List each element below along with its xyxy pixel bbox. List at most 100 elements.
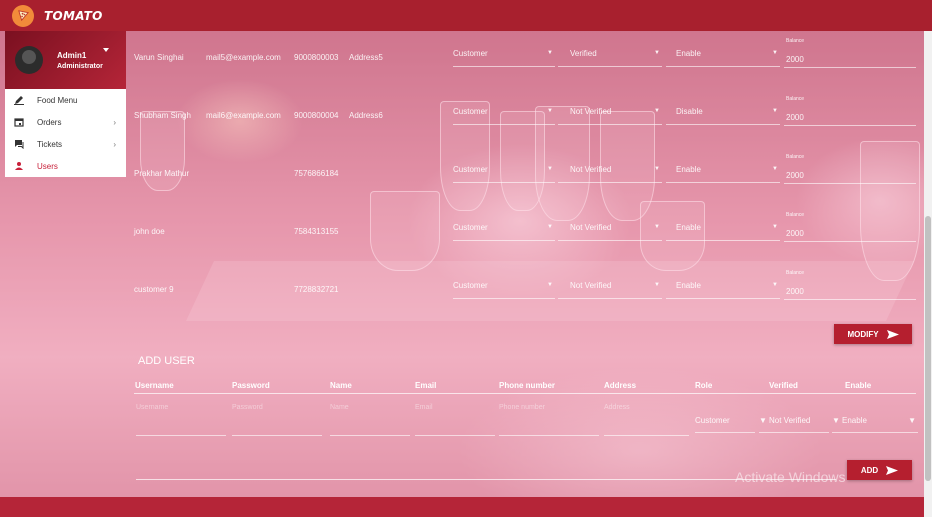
user-name: Varun Singhai <box>134 53 184 62</box>
header-verified: Verified <box>769 381 798 390</box>
enable-select[interactable]: Enable ▼ <box>666 47 780 67</box>
header-email: Email <box>415 381 437 390</box>
add-role-select[interactable]: Customer <box>695 413 755 433</box>
user-phone: 7584313155 <box>294 227 339 236</box>
username-input[interactable]: Username <box>136 404 168 411</box>
balance-label: Balance <box>786 38 805 44</box>
verified-value: Not Verified <box>570 107 612 116</box>
header-username: Username <box>135 381 174 390</box>
header-password: Password <box>232 381 270 390</box>
page-scrollbar[interactable] <box>924 31 932 517</box>
scrollbar-thumb[interactable] <box>925 216 931 481</box>
balance-input[interactable]: 2000 <box>786 113 804 122</box>
role-select[interactable]: Customer ▼ <box>453 163 555 183</box>
verified-select[interactable]: Not Verified ▼ <box>558 163 662 183</box>
enable-select[interactable]: Enable ▼ <box>666 221 780 241</box>
verified-select[interactable]: Not Verified ▼ <box>558 105 662 125</box>
sidebar: Admin1 Administrator Food Menu Orders › … <box>5 31 126 517</box>
enable-value: Enable <box>676 49 701 58</box>
verified-select[interactable]: Verified ▼ <box>558 47 662 67</box>
chevron-right-icon: › <box>113 139 116 149</box>
phone-input[interactable]: Phone number <box>499 404 545 411</box>
dropdown-arrow-icon: ▼ <box>547 224 553 230</box>
calendar-icon <box>13 116 25 128</box>
add-role-value: Customer <box>695 416 730 425</box>
email-input[interactable]: Email <box>415 404 433 411</box>
add-enable-select[interactable]: ▼ Enable ▼ <box>832 413 918 433</box>
balance-input[interactable]: 2000 <box>786 171 804 180</box>
user-name: john doe <box>134 227 165 236</box>
verified-value: Not Verified <box>570 281 612 290</box>
verified-select[interactable]: Not Verified ▼ <box>558 221 662 241</box>
sidebar-item-label: Tickets <box>37 139 63 149</box>
verified-value: Not Verified <box>570 223 612 232</box>
sidebar-item-users[interactable]: Users <box>5 155 126 177</box>
user-name: Shubham Singh <box>134 111 191 120</box>
dropdown-arrow-icon: ▼ <box>547 282 553 288</box>
user-phone: 9000800003 <box>294 53 339 62</box>
add-button[interactable]: ADD <box>847 460 912 480</box>
modify-button[interactable]: MODIFY <box>834 324 912 344</box>
address-input[interactable]: Address <box>604 404 630 411</box>
enable-value: Disable <box>676 107 703 116</box>
app-title: TOMATO <box>44 8 103 23</box>
user-phone: 7728832721 <box>294 285 339 294</box>
enable-select[interactable]: Disable ▼ <box>666 105 780 125</box>
profile-name: Admin1 <box>57 50 87 60</box>
header-enable: Enable <box>845 381 872 390</box>
dropdown-arrow-icon: ▼ <box>832 416 840 425</box>
role-select[interactable]: Customer ▼ <box>453 221 555 241</box>
pencil-icon <box>13 94 25 106</box>
verified-value: Not Verified <box>570 165 612 174</box>
balance-input[interactable]: 2000 <box>786 55 804 64</box>
enable-select[interactable]: Enable ▼ <box>666 279 780 299</box>
enable-value: Enable <box>676 223 701 232</box>
dropdown-arrow-icon: ▼ <box>654 224 660 230</box>
dropdown-arrow-icon: ▼ <box>547 50 553 56</box>
dropdown-arrow-icon: ▼ <box>654 50 660 56</box>
table-row: Varun Singhai mail5@example.com 90008000… <box>126 31 916 89</box>
send-icon <box>886 329 899 339</box>
dropdown-arrow-icon: ▼ <box>772 224 778 230</box>
enable-value: Enable <box>676 281 701 290</box>
password-input[interactable]: Password <box>232 404 263 411</box>
chevron-down-icon[interactable] <box>103 48 109 52</box>
sidebar-item-tickets[interactable]: Tickets › <box>5 133 126 155</box>
balance-input[interactable]: 2000 <box>786 229 804 238</box>
chat-icon <box>13 138 25 150</box>
balance-label: Balance <box>786 154 805 160</box>
balance-label: Balance <box>786 212 805 218</box>
header-phone: Phone number <box>499 381 556 390</box>
sidebar-item-label: Users <box>37 161 58 171</box>
profile-card[interactable]: Admin1 Administrator <box>5 31 126 89</box>
user-email: mail6@example.com <box>206 111 281 120</box>
profile-role: Administrator <box>57 62 103 70</box>
role-select[interactable]: Customer ▼ <box>453 279 555 299</box>
sidebar-item-food-menu[interactable]: Food Menu <box>5 89 126 111</box>
activate-windows-watermark: Activate Windows <box>735 469 846 485</box>
avatar <box>15 46 43 74</box>
users-panel: Varun Singhai mail5@example.com 90008000… <box>126 31 924 497</box>
user-phone: 9000800004 <box>294 111 339 120</box>
chevron-right-icon: › <box>113 117 116 127</box>
role-select[interactable]: Customer ▼ <box>453 47 555 67</box>
role-value: Customer <box>453 281 488 290</box>
dropdown-arrow-icon: ▼ <box>654 108 660 114</box>
name-input[interactable]: Name <box>330 404 349 411</box>
header-address: Address <box>604 381 637 390</box>
sidebar-item-orders[interactable]: Orders › <box>5 111 126 133</box>
dropdown-arrow-icon: ▼ <box>759 416 767 425</box>
pizza-logo-icon <box>12 4 34 27</box>
user-phone: 7576866184 <box>294 169 339 178</box>
role-select[interactable]: Customer ▼ <box>453 105 555 125</box>
modify-button-label: MODIFY <box>847 329 879 339</box>
enable-select[interactable]: Enable ▼ <box>666 163 780 183</box>
user-name: Prakhar Mathur <box>134 169 190 178</box>
sidebar-item-label: Orders <box>37 117 62 127</box>
balance-label: Balance <box>786 96 805 102</box>
verified-select[interactable]: Not Verified ▼ <box>558 279 662 299</box>
balance-input[interactable]: 2000 <box>786 287 804 296</box>
dropdown-arrow-icon: ▼ <box>547 108 553 114</box>
role-value: Customer <box>453 49 488 58</box>
add-verified-select[interactable]: ▼ Not Verified <box>759 413 829 433</box>
